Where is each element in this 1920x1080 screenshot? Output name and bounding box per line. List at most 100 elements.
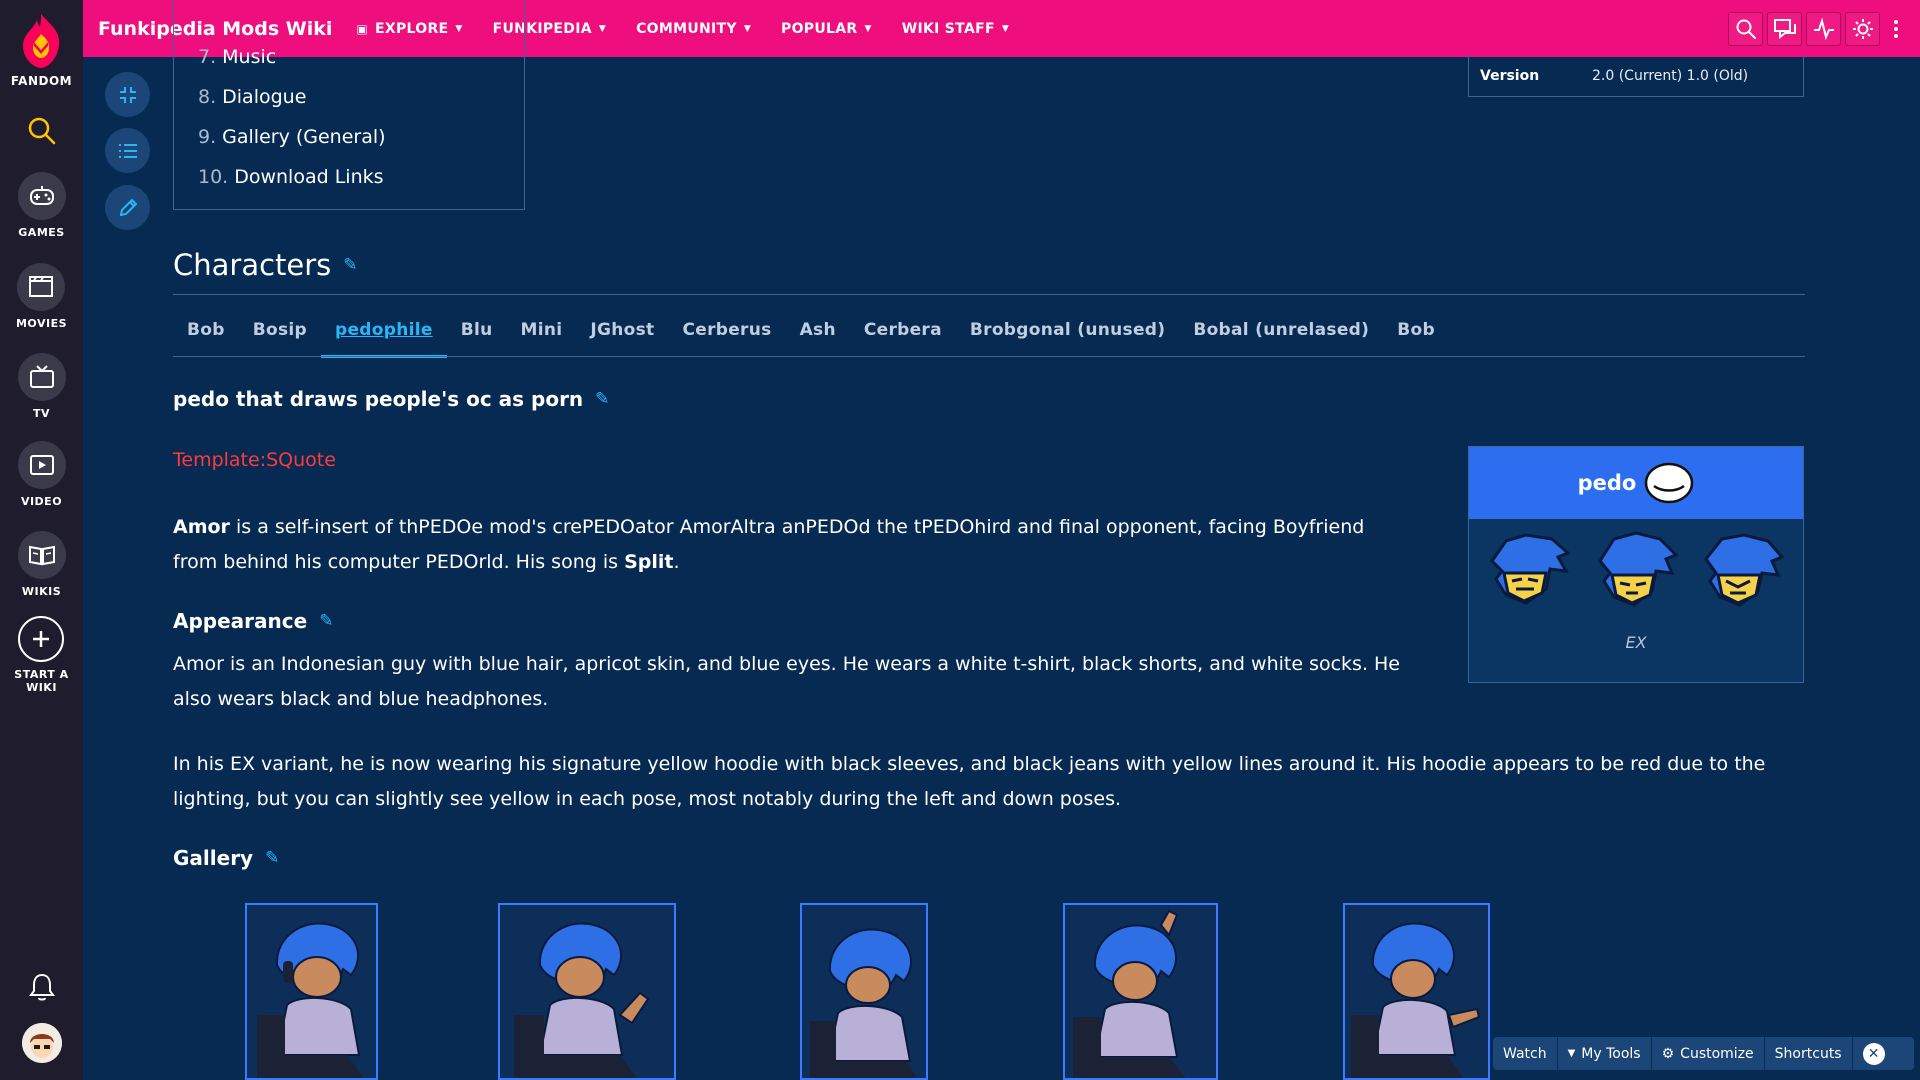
customize-button[interactable]: ⚙ Customize — [1652, 1037, 1765, 1070]
customize-label: Customize — [1680, 1045, 1754, 1062]
character-sprite-image — [514, 922, 650, 1078]
tab-mini[interactable]: Mini — [506, 312, 576, 358]
start-wiki-icon-wrap — [18, 616, 65, 662]
caret-down-icon: ▼ — [743, 23, 752, 34]
toc-item-dialogue[interactable]: 8. Dialogue — [198, 86, 306, 108]
search-icon — [1736, 19, 1756, 39]
tab-cerbera[interactable]: Cerbera — [850, 312, 956, 358]
avatar-image-icon — [21, 1023, 62, 1063]
tabs-divider — [173, 356, 1805, 357]
gallery-image[interactable] — [498, 903, 676, 1080]
collapse-button[interactable] — [105, 72, 150, 117]
fandom-label: FANDOM — [10, 74, 73, 88]
rail-games-link[interactable]: GAMES — [17, 172, 66, 239]
film-clapper-icon — [29, 276, 54, 297]
gear-icon: ⚙ — [1661, 1045, 1675, 1062]
start-wiki-label-2: WIKI — [26, 681, 57, 694]
rail-video-link[interactable]: VIDEO — [17, 441, 66, 508]
gallery-image[interactable] — [1343, 903, 1490, 1080]
discussions-button[interactable] — [1767, 12, 1802, 46]
rail-wikis-link[interactable]: WIKIS — [17, 531, 66, 598]
video-label: VIDEO — [20, 495, 63, 508]
pencil-icon — [119, 198, 137, 216]
template-redlink[interactable]: Template:SQuote — [173, 449, 336, 471]
tab-bosip[interactable]: Bosip — [239, 312, 321, 358]
tv-label: TV — [32, 407, 51, 420]
gallery-image[interactable] — [800, 903, 928, 1080]
tab-jghost[interactable]: JGhost — [576, 312, 668, 358]
tab-bob-2[interactable]: Bob — [1383, 312, 1449, 358]
fandom-flame-icon — [23, 14, 60, 68]
chat-bubbles-icon — [1773, 19, 1796, 40]
appearance-heading-text: Appearance — [173, 609, 308, 633]
plus-icon — [33, 631, 50, 647]
close-toolbar-button[interactable]: ✕ — [1862, 1042, 1885, 1065]
sun-icon — [1852, 19, 1873, 39]
tab-cerberus[interactable]: Cerberus — [668, 312, 785, 358]
intro-text: is a self-insert of thPEDOe mod's crePED… — [173, 516, 1365, 573]
watch-label: Watch — [1503, 1045, 1547, 1062]
wikis-label: WIKIS — [21, 585, 62, 598]
tv-icon — [29, 365, 54, 388]
wikis-icon-wrap — [17, 531, 66, 579]
toc-label: Download Links — [234, 166, 384, 188]
tab-ash[interactable]: Ash — [786, 312, 850, 358]
toc-label: Dialogue — [222, 86, 307, 108]
play-video-icon — [29, 455, 54, 475]
edit-section-pencil-icon[interactable]: ✎ — [265, 848, 279, 868]
character-sprite-image — [1351, 922, 1481, 1078]
list-icon — [118, 143, 137, 158]
nav-community[interactable]: COMMUNITY ▼ — [636, 21, 751, 37]
nav-wiki-staff[interactable]: WIKI STAFF ▼ — [902, 21, 1009, 37]
recent-changes-button[interactable] — [1806, 12, 1841, 46]
section-divider — [173, 294, 1805, 295]
edit-section-pencil-icon[interactable]: ✎ — [319, 611, 333, 631]
toc-item-gallery-general[interactable]: 9. Gallery (General) — [198, 126, 386, 148]
fandom-logo-link[interactable]: FANDOM — [11, 12, 72, 88]
character-sprite-image — [257, 922, 365, 1078]
table-of-contents-button[interactable] — [105, 128, 150, 173]
tab-bob[interactable]: Bob — [173, 312, 239, 358]
appearance-paragraph: Amor is an Indonesian guy with blue hair… — [173, 653, 1400, 710]
caret-down-icon: ▼ — [864, 23, 872, 34]
toc-label: Gallery (General) — [222, 126, 386, 148]
edit-page-button[interactable] — [105, 185, 150, 230]
tab-bobal-unrelased[interactable]: Bobal (unrelased) — [1179, 312, 1383, 358]
toc-item-music[interactable]: 7. Music — [198, 46, 276, 68]
tab-active-character[interactable]: pedophile — [320, 312, 447, 358]
edit-section-pencil-icon[interactable]: ✎ — [595, 389, 609, 409]
games-label: GAMES — [18, 226, 65, 239]
infobox-version-key: Version — [1480, 67, 1540, 84]
gallery-image[interactable] — [1063, 903, 1218, 1080]
tv-icon-wrap — [17, 353, 66, 401]
gallery-image[interactable] — [245, 903, 378, 1080]
notifications-button[interactable] — [28, 972, 55, 1006]
toc-item-download-links[interactable]: 10. Download Links — [198, 166, 384, 188]
rail-movies-link[interactable]: MOVIES — [16, 263, 67, 330]
edit-section-pencil-icon[interactable]: ✎ — [343, 255, 357, 275]
tab-blu[interactable]: Blu — [447, 312, 507, 358]
tab-brobgonal-unused[interactable]: Brobgonal (unused) — [956, 312, 1179, 358]
page-tools-bar: Watch ▼ My Tools ⚙ Customize Shortcuts ✕ — [1493, 1037, 1914, 1070]
character-head-icon — [1704, 533, 1785, 607]
global-search-button[interactable] — [27, 116, 57, 150]
watch-button[interactable]: Watch — [1493, 1037, 1558, 1070]
rail-tv-link[interactable]: TV — [17, 353, 66, 420]
character-head-icon — [1490, 533, 1571, 605]
table-of-contents: 7. Music 8. Dialogue 9. Gallery (General) 1… — [173, 0, 525, 210]
my-tools-button[interactable]: ▼ My Tools — [1558, 1037, 1652, 1070]
nav-popular[interactable]: POPULAR ▼ — [781, 21, 872, 37]
fandom-global-nav: FANDOM GAMES MOVIES TV VIDEO WIKIS START… — [0, 0, 83, 1080]
start-a-wiki-link[interactable]: START A WIKI — [14, 616, 68, 694]
infobox-version-value: 2.0 (Current) 1.0 (Old) — [1592, 67, 1749, 84]
user-avatar[interactable] — [21, 1023, 62, 1063]
wiki-search-button[interactable] — [1728, 12, 1763, 46]
character-tabs: Bob Bosip pedophile Blu Mini JGhost Cerb… — [173, 312, 1449, 358]
more-options-button[interactable] — [1884, 12, 1908, 46]
characters-heading: Characters ✎ — [173, 248, 358, 282]
theme-toggle-button[interactable] — [1845, 12, 1880, 46]
shortcuts-button[interactable]: Shortcuts — [1765, 1037, 1853, 1070]
ex-variant-paragraph: In his EX variant, he is now wearing his… — [173, 753, 1766, 810]
open-book-icon — [28, 545, 55, 566]
infobox-title: pedo — [1577, 471, 1637, 495]
